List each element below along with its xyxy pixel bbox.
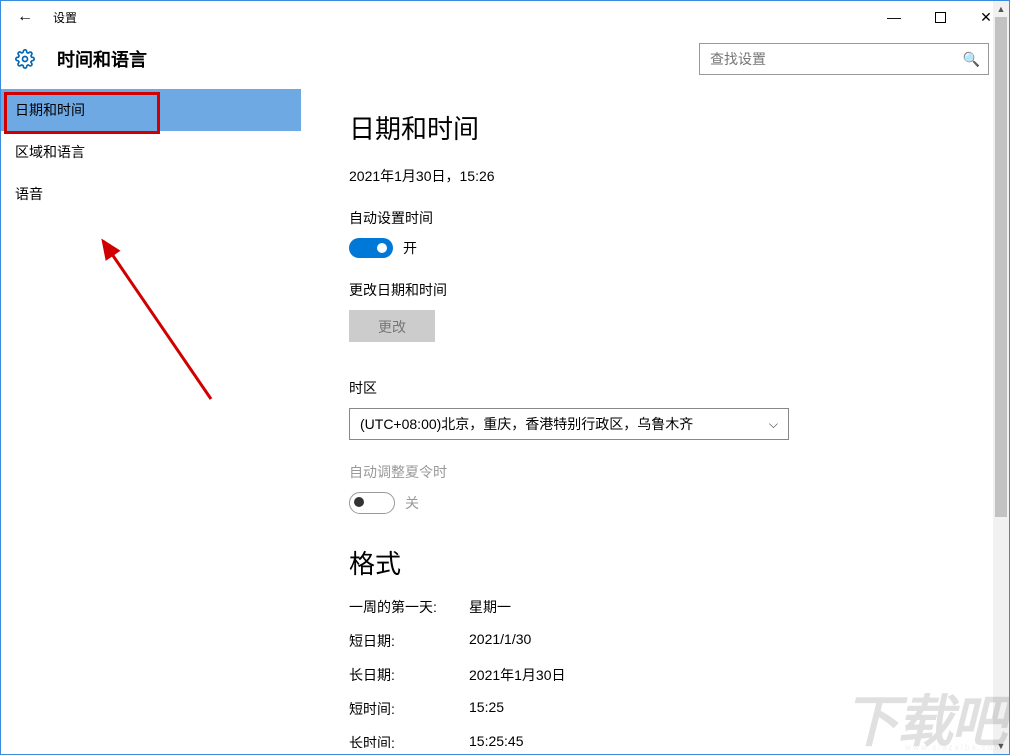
minimize-button[interactable]: — bbox=[871, 1, 917, 33]
format-label: 一周的第一天: bbox=[349, 597, 469, 617]
format-value: 2021/1/30 bbox=[469, 631, 531, 651]
sidebar-item-datetime[interactable]: 日期和时间 bbox=[1, 89, 301, 131]
format-row: 短时间: 15:25 bbox=[349, 699, 979, 719]
sidebar-item-region[interactable]: 区域和语言 bbox=[1, 131, 301, 173]
window-title: 设置 bbox=[53, 9, 871, 26]
current-datetime: 2021年1月30日，15:26 bbox=[349, 166, 979, 186]
format-row: 一周的第一天: 星期一 bbox=[349, 597, 979, 617]
sidebar-item-label: 区域和语言 bbox=[15, 142, 85, 162]
format-value: 15:25:45 bbox=[469, 733, 524, 748]
search-input[interactable] bbox=[708, 50, 963, 68]
scrollbar-thumb[interactable] bbox=[995, 17, 1007, 517]
page-title: 时间和语言 bbox=[57, 46, 699, 72]
maximize-button[interactable] bbox=[917, 1, 963, 33]
search-icon: 🔍 bbox=[963, 51, 980, 68]
format-label: 长时间: bbox=[349, 733, 469, 748]
section-heading-datetime: 日期和时间 bbox=[349, 109, 979, 146]
sidebar: 日期和时间 区域和语言 语音 bbox=[1, 89, 301, 748]
format-label: 短时间: bbox=[349, 699, 469, 719]
search-box[interactable]: 🔍 bbox=[699, 43, 989, 75]
timezone-value: (UTC+08:00)北京，重庆，香港特别行政区，乌鲁木齐 bbox=[360, 414, 769, 434]
scrollbar[interactable]: ▲ ▼ bbox=[993, 1, 1009, 754]
dst-label: 自动调整夏令时 bbox=[349, 462, 979, 482]
sidebar-item-label: 日期和时间 bbox=[15, 100, 85, 120]
gear-icon bbox=[15, 49, 35, 69]
sidebar-item-label: 语音 bbox=[15, 184, 43, 204]
format-row: 长日期: 2021年1月30日 bbox=[349, 665, 979, 685]
format-value: 15:25 bbox=[469, 699, 504, 719]
sidebar-item-speech[interactable]: 语音 bbox=[1, 173, 301, 215]
change-datetime-button: 更改 bbox=[349, 310, 435, 342]
timezone-combobox[interactable]: (UTC+08:00)北京，重庆，香港特别行政区，乌鲁木齐 ⌵ bbox=[349, 408, 789, 440]
change-datetime-label: 更改日期和时间 bbox=[349, 280, 979, 300]
titlebar: ← 设置 — ✕ bbox=[1, 1, 1009, 33]
format-value: 2021年1月30日 bbox=[469, 665, 566, 685]
format-table: 一周的第一天: 星期一 短日期: 2021/1/30 长日期: 2021年1月3… bbox=[349, 597, 979, 748]
section-heading-format: 格式 bbox=[349, 544, 979, 581]
format-label: 短日期: bbox=[349, 631, 469, 651]
format-value: 星期一 bbox=[469, 597, 511, 617]
toggle-state-label: 开 bbox=[403, 238, 417, 258]
auto-time-toggle[interactable]: 开 bbox=[349, 238, 979, 258]
toggle-state-label: 关 bbox=[405, 493, 419, 513]
format-row: 短日期: 2021/1/30 bbox=[349, 631, 979, 651]
auto-time-label: 自动设置时间 bbox=[349, 208, 979, 228]
back-button[interactable]: ← bbox=[15, 7, 35, 27]
dst-toggle: 关 bbox=[349, 492, 979, 514]
annotation-arrow-icon bbox=[91, 229, 221, 409]
scroll-up-icon[interactable]: ▲ bbox=[993, 1, 1009, 17]
scroll-down-icon[interactable]: ▼ bbox=[993, 738, 1009, 754]
timezone-label: 时区 bbox=[349, 378, 979, 398]
main-content: 日期和时间 2021年1月30日，15:26 自动设置时间 开 更改日期和时间 … bbox=[301, 89, 1009, 748]
format-row: 长时间: 15:25:45 bbox=[349, 733, 979, 748]
header: 时间和语言 🔍 bbox=[1, 33, 1009, 89]
chevron-down-icon: ⌵ bbox=[769, 417, 778, 432]
format-label: 长日期: bbox=[349, 665, 469, 685]
